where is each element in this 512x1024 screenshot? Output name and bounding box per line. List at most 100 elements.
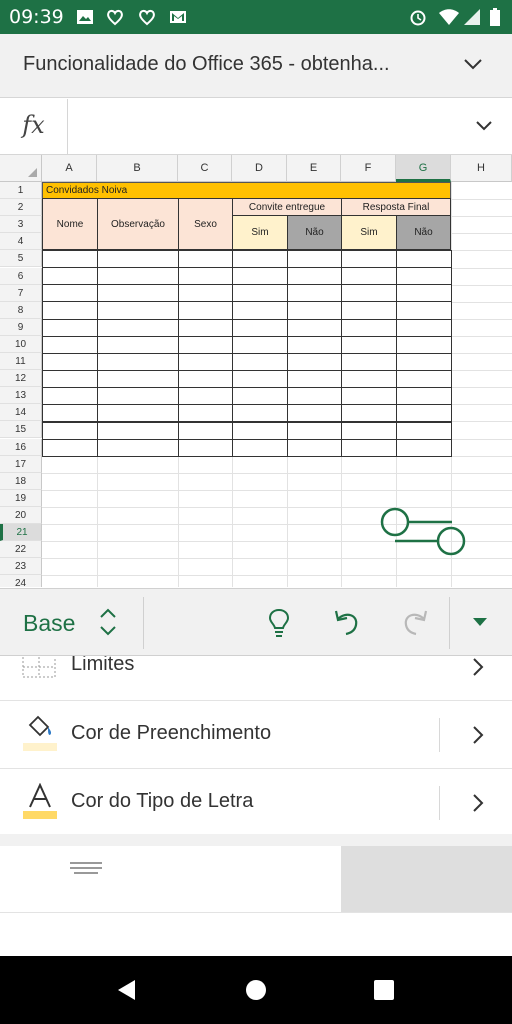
row-header-18[interactable]: 18 (0, 472, 42, 490)
table-cell[interactable] (396, 404, 452, 423)
table-cell[interactable] (341, 438, 397, 457)
table-cell[interactable] (341, 387, 397, 406)
header-resposta[interactable]: Resposta Final (341, 198, 451, 216)
table-cell[interactable] (396, 421, 452, 440)
table-cell[interactable] (232, 370, 288, 389)
header-convite[interactable]: Convite entregue (232, 198, 342, 216)
table-cell[interactable] (396, 352, 452, 372)
table-cell[interactable] (287, 318, 342, 337)
table-cell[interactable] (341, 301, 397, 320)
title-cell[interactable]: Convidados Noiva (42, 182, 451, 199)
table-cell[interactable] (287, 284, 342, 303)
formula-input[interactable] (70, 99, 460, 154)
table-cell[interactable] (396, 301, 452, 320)
table-cell[interactable] (97, 284, 179, 303)
row-header-6[interactable]: 6 (0, 267, 42, 285)
row-header-5[interactable]: 5 (0, 250, 42, 268)
table-cell[interactable] (97, 352, 179, 372)
table-cell[interactable] (97, 250, 179, 269)
table-cell[interactable] (287, 387, 342, 406)
recents-icon[interactable] (372, 978, 396, 1002)
updown-icon[interactable] (98, 607, 118, 637)
row-header-23[interactable]: 23 (0, 558, 42, 576)
table-cell[interactable] (232, 250, 288, 269)
table-cell[interactable] (178, 370, 233, 389)
select-all-corner[interactable] (0, 155, 42, 182)
column-header-h[interactable]: H (451, 155, 512, 182)
table-cell[interactable] (396, 250, 452, 269)
row-header-10[interactable]: 10 (0, 335, 42, 353)
table-cell[interactable] (341, 352, 397, 372)
row-header-19[interactable]: 19 (0, 489, 42, 507)
row-header-2[interactable]: 2 (0, 199, 42, 217)
table-cell[interactable] (42, 301, 98, 320)
table-cell[interactable] (232, 301, 288, 320)
header-nome[interactable]: Nome (42, 198, 98, 250)
table-cell[interactable] (97, 301, 179, 320)
table-cell[interactable] (396, 438, 452, 457)
document-title-bar[interactable]: Funcionalidade do Office 365 - obtenha..… (0, 34, 512, 98)
table-cell[interactable] (178, 335, 233, 354)
table-cell[interactable] (341, 404, 397, 423)
lightbulb-icon[interactable] (266, 607, 292, 639)
table-cell[interactable] (42, 370, 98, 389)
column-header-b[interactable]: B (97, 155, 178, 182)
table-cell[interactable] (287, 352, 342, 372)
table-cell[interactable] (178, 318, 233, 337)
row-header-11[interactable]: 11 (0, 353, 42, 370)
table-cell[interactable] (178, 421, 233, 440)
table-cell[interactable] (232, 352, 288, 372)
row-header-8[interactable]: 8 (0, 301, 42, 319)
table-cell[interactable] (97, 370, 179, 389)
table-cell[interactable] (341, 370, 397, 389)
spreadsheet-grid[interactable]: ABCDEFGH 1 2 3 4 5 6 7 8 9 10 11 12 13 14 15 16 17 18 19 20… (0, 155, 512, 587)
column-header-c[interactable]: C (178, 155, 232, 182)
align-right-button[interactable] (341, 914, 512, 956)
table-cell[interactable] (396, 284, 452, 303)
chevron-down-icon[interactable] (474, 118, 494, 134)
table-cell[interactable] (97, 387, 179, 406)
table-cell[interactable] (287, 404, 342, 423)
table-cell[interactable] (178, 301, 233, 320)
chevron-right-icon[interactable] (470, 792, 486, 814)
align-bottom-button[interactable] (341, 846, 512, 913)
menu-item-font-color[interactable]: Cor do Tipo de Letra (0, 769, 512, 834)
fx-icon[interactable]: fx (0, 99, 68, 154)
table-cell[interactable] (396, 387, 452, 406)
row-header-14[interactable]: 14 (0, 404, 42, 422)
row-header-21[interactable]: 21 (0, 524, 42, 541)
table-cell[interactable] (42, 335, 98, 354)
table-cell[interactable] (178, 387, 233, 406)
table-cell[interactable] (341, 318, 397, 337)
header-sexo[interactable]: Sexo (178, 198, 233, 250)
table-cell[interactable] (42, 284, 98, 303)
table-cell[interactable] (97, 438, 179, 457)
table-cell[interactable] (396, 370, 452, 389)
row-header-9[interactable]: 9 (0, 318, 42, 336)
table-cell[interactable] (341, 250, 397, 269)
row-header-20[interactable]: 20 (0, 506, 42, 524)
header-sim-resposta[interactable]: Sim (341, 215, 397, 250)
table-cell[interactable] (42, 352, 98, 372)
table-cell[interactable] (287, 421, 342, 440)
table-cell[interactable] (178, 352, 233, 372)
table-cell[interactable] (178, 404, 233, 423)
table-cell[interactable] (97, 404, 179, 423)
ribbon-tab-selector[interactable]: Base (23, 610, 75, 637)
table-cell[interactable] (287, 250, 342, 269)
align-left-button[interactable] (0, 914, 171, 956)
column-header-e[interactable]: E (287, 155, 341, 182)
align-middle-button[interactable] (171, 846, 443, 913)
table-cell[interactable] (287, 267, 342, 286)
table-cell[interactable] (42, 404, 98, 423)
table-cell[interactable] (287, 335, 342, 354)
home-icon[interactable] (244, 978, 268, 1002)
collapse-triangle-icon[interactable] (472, 617, 488, 627)
row-header-7[interactable]: 7 (0, 284, 42, 302)
column-header-f[interactable]: F (341, 155, 396, 182)
table-cell[interactable] (97, 267, 179, 286)
table-cell[interactable] (341, 421, 397, 440)
row-header-22[interactable]: 22 (0, 541, 42, 559)
row-header-24[interactable]: 24 (0, 575, 42, 587)
table-cell[interactable] (232, 421, 288, 440)
